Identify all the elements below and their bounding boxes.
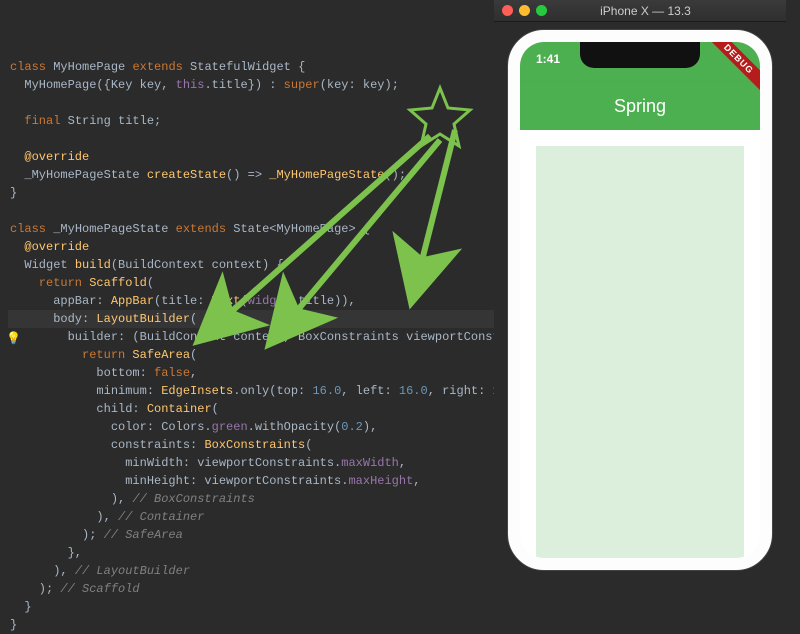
code-editor[interactable]: 💡 class MyHomePage extends StatefulWidge…: [8, 0, 528, 577]
app-bar: Spring: [520, 82, 760, 130]
simulator-titlebar[interactable]: iPhone X — 13.3: [494, 0, 786, 22]
app-body: [520, 130, 760, 558]
simulator-title: iPhone X — 13.3: [553, 4, 778, 18]
status-time: 1:41: [536, 52, 560, 66]
container-preview: [536, 146, 744, 558]
ios-simulator: iPhone X — 13.3 DEBUG 1:41 Spring: [494, 0, 786, 577]
intention-bulb-icon[interactable]: 💡: [6, 330, 21, 348]
appbar-title: Spring: [614, 96, 666, 117]
minimize-icon[interactable]: [519, 5, 530, 16]
phone-frame: DEBUG 1:41 Spring: [508, 30, 772, 570]
close-icon[interactable]: [502, 5, 513, 16]
device-notch: [580, 42, 700, 68]
zoom-icon[interactable]: [536, 5, 547, 16]
